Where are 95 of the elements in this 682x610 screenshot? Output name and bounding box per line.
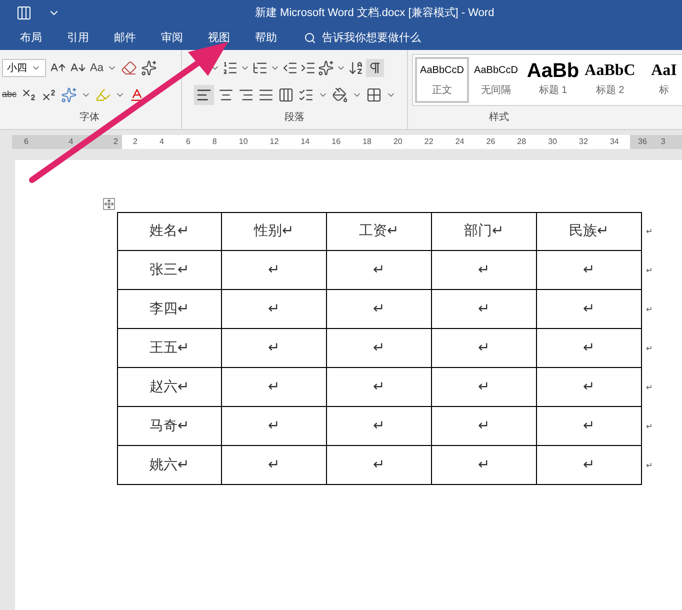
table-cell: ↵: [432, 290, 537, 329]
table-cell: 王五↵: [117, 329, 222, 368]
table-cell: 李四↵: [117, 290, 222, 329]
table-cell: ↵: [537, 368, 642, 407]
table-cell: ↵: [432, 407, 537, 446]
ruler-number: 32: [579, 136, 588, 148]
style-label: 标: [659, 84, 669, 98]
table-cell: 张三↵: [117, 251, 222, 290]
table-cell: ↵: [327, 368, 432, 407]
table-cell: ↵: [222, 290, 327, 329]
style-item[interactable]: AaBb 标题 1: [523, 57, 583, 103]
table-cell: 民族↵: [537, 212, 642, 251]
ruler-number: 28: [517, 136, 526, 148]
style-preview: AaI: [651, 61, 677, 81]
ruler-number: 24: [455, 136, 464, 148]
style-label: 标题 1: [538, 84, 568, 98]
table-cell: ↵: [537, 290, 642, 329]
end-of-row-mark: ↵: [646, 460, 653, 472]
table-cell: ↵: [327, 251, 432, 290]
strikethrough-button[interactable]: abc: [2, 88, 17, 102]
ruler-number: 14: [300, 136, 310, 148]
tell-me-field[interactable]: 告诉我你想要做什么: [304, 30, 421, 46]
style-preview: AaBbCcD: [420, 64, 464, 78]
end-of-row-mark: ↵: [646, 342, 653, 354]
ruler-number: 30: [548, 136, 557, 148]
ruler-number: 36: [638, 136, 647, 148]
table-cell: ↵: [222, 368, 327, 407]
ruler-number: 3: [660, 136, 666, 148]
ruler-number: 22: [424, 136, 434, 148]
style-item[interactable]: AaBbCcD 正文: [415, 57, 469, 103]
ribbon-tab[interactable]: 布局: [18, 30, 44, 46]
table-cell: ↵: [537, 329, 642, 368]
ruler-number: 4: [159, 136, 164, 148]
window-title: 新建 Microsoft Word 文档.docx [兼容模式] - Word: [255, 6, 494, 21]
end-of-row-mark: ↵: [646, 226, 653, 238]
tell-me-placeholder: 告诉我你想要做什么: [322, 30, 421, 46]
table-cell: 姚六↵: [117, 446, 222, 485]
table-cell: ↵: [537, 407, 642, 446]
table-cell: 部门↵: [432, 212, 537, 251]
table-cell: ↵: [537, 251, 642, 290]
ruler-number: 6: [24, 136, 28, 148]
style-label: 无间隔: [481, 84, 511, 98]
table-cell: ↵: [432, 446, 537, 485]
ribbon-tab[interactable]: 邮件: [112, 30, 138, 46]
table-cell: ↵: [432, 368, 537, 407]
change-case-button[interactable]: Aa: [90, 60, 104, 76]
table-cell: ↵: [222, 251, 327, 290]
ruler-number: 18: [362, 136, 372, 148]
ribbon-tab[interactable]: 审阅: [159, 30, 185, 46]
table-cell: 姓名↵: [117, 212, 222, 251]
style-preview: AaBbC: [584, 61, 636, 81]
end-of-row-mark: ↵: [646, 304, 653, 316]
table-cell: ↵: [432, 251, 537, 290]
group-label: 段落: [284, 110, 304, 125]
style-label: 正文: [432, 84, 452, 98]
ruler-number: 2: [133, 136, 138, 148]
ribbon-tab[interactable]: 引用: [65, 30, 91, 46]
ruler-number: 20: [393, 136, 402, 148]
group-label: 样式: [489, 110, 509, 125]
font-size-value: 小四: [7, 62, 27, 76]
table-cell: ↵: [432, 329, 537, 368]
ruler-number: 4: [68, 136, 74, 148]
table-cell: ↵: [222, 329, 327, 368]
style-preview: AaBbCcD: [474, 64, 518, 78]
font-size-field[interactable]: 小四: [2, 59, 46, 77]
table-cell: ↵: [222, 407, 327, 446]
table-cell: ↵: [327, 407, 432, 446]
ruler-number: 8: [212, 136, 217, 148]
end-of-row-mark: ↵: [646, 382, 653, 394]
table-cell: 赵六↵: [117, 368, 222, 407]
table-cell: ↵: [327, 290, 432, 329]
table-cell: ↵: [537, 446, 642, 485]
table-cell: ↵: [327, 446, 432, 485]
end-of-row-mark: ↵: [646, 264, 653, 276]
table-cell: 性别↵: [222, 212, 327, 251]
ruler-number: 2: [114, 136, 118, 148]
style-item[interactable]: AaBbC 标题 2: [583, 57, 637, 103]
style-item[interactable]: AaBbCcD 无间隔: [469, 57, 523, 103]
ruler-number: 26: [486, 136, 496, 148]
style-label: 标题 2: [596, 84, 624, 98]
group-label: 字体: [80, 110, 100, 125]
end-of-row-mark: ↵: [646, 420, 653, 432]
ruler-number: 10: [238, 136, 248, 148]
ruler-number: 6: [186, 136, 190, 148]
ribbon-tab[interactable]: 帮助: [253, 30, 279, 46]
table-cell: 工资↵: [327, 212, 432, 251]
style-preview: AaBb: [526, 59, 580, 83]
ruler-number: 16: [332, 136, 341, 148]
table-cell: 马奇↵: [117, 407, 222, 446]
style-item[interactable]: AaI 标: [637, 57, 682, 103]
table-cell: ↵: [327, 329, 432, 368]
table-cell: ↵: [222, 446, 327, 485]
ribbon-tab[interactable]: 视图: [206, 30, 232, 46]
ruler-number: 34: [610, 136, 619, 148]
ruler-number: 12: [270, 136, 279, 148]
